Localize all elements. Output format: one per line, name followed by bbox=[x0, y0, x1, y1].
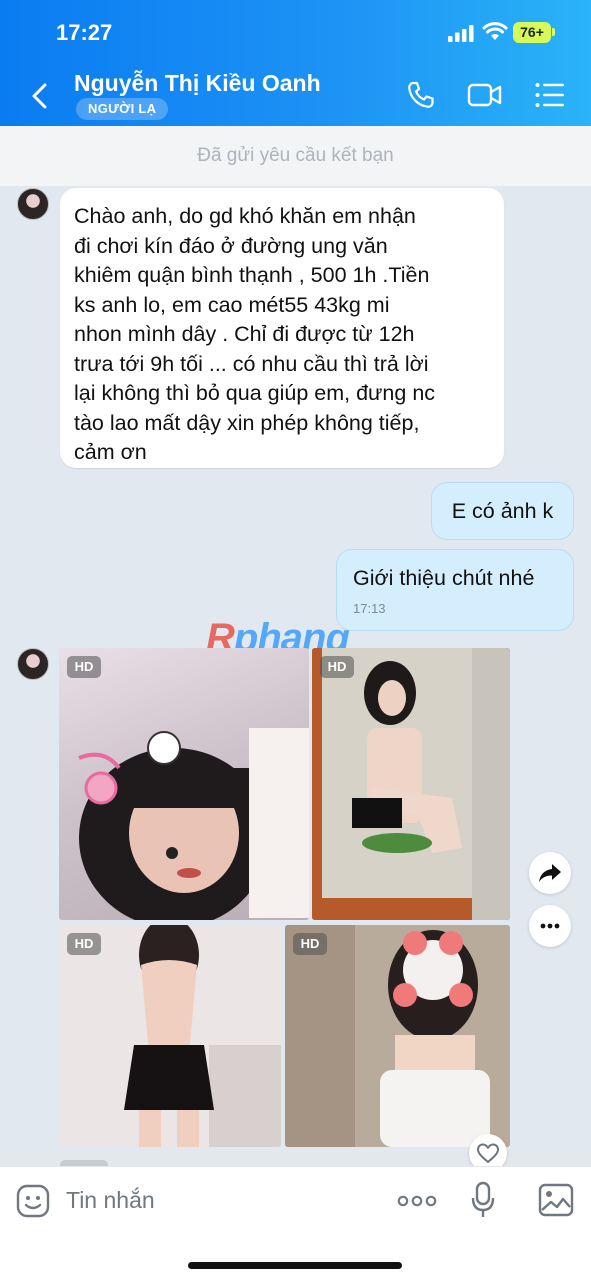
chat-header: 17:27 76+ Nguyễn Thị Kiều Oanh NGƯỜI LẠ bbox=[0, 0, 591, 126]
message-time: 17:13 bbox=[353, 601, 386, 616]
more-icon bbox=[540, 923, 560, 929]
status-time: 17:27 bbox=[56, 20, 113, 45]
photo-content bbox=[285, 925, 510, 1147]
stranger-badge: NGƯỜI LẠ bbox=[76, 98, 169, 120]
hd-badge: HD bbox=[67, 656, 101, 678]
message-line: Chào anh, do gd khó khăn em nhận bbox=[74, 204, 416, 228]
message-line: nhon mình dây . Chỉ đi được từ 12h bbox=[74, 322, 415, 346]
wifi-icon bbox=[482, 22, 508, 40]
message-line: đi chơi kín đáo ở đường ung văn bbox=[74, 233, 388, 258]
message-line: khiêm quận bình thạnh , 500 1h .Tiền bbox=[74, 263, 430, 287]
sticker-icon[interactable] bbox=[16, 1184, 50, 1218]
photo-content bbox=[59, 925, 281, 1147]
photo-thumbnail[interactable]: HD bbox=[312, 648, 510, 920]
contact-name[interactable]: Nguyễn Thị Kiều Oanh bbox=[74, 70, 321, 97]
photo-content bbox=[78, 728, 309, 920]
more-button[interactable] bbox=[529, 905, 571, 947]
photo-thumbnail[interactable]: HD bbox=[285, 925, 510, 1147]
outgoing-message-bubble[interactable]: E có ảnh k bbox=[431, 482, 574, 540]
incoming-message-bubble[interactable]: Chào anh, do gd khó khăn em nhận đi chơi… bbox=[60, 188, 504, 468]
menu-list-icon[interactable] bbox=[534, 80, 566, 110]
message-line: tào lao mất dậy xin phép không tiếp, bbox=[74, 410, 420, 435]
home-indicator[interactable] bbox=[188, 1262, 402, 1269]
outgoing-message-bubble[interactable]: Giới thiệu chút nhé 17:13 bbox=[336, 549, 574, 631]
image-icon[interactable] bbox=[538, 1183, 574, 1217]
battery-tip bbox=[552, 28, 555, 36]
photo-thumbnail[interactable]: HD bbox=[59, 925, 281, 1147]
photo-thumbnail[interactable]: HD bbox=[59, 648, 309, 920]
message-line: trưa tới 9h tối ... có nhu cầu thì trả l… bbox=[74, 351, 429, 376]
contact-avatar[interactable] bbox=[17, 188, 49, 220]
message-line: cảm ơn bbox=[74, 440, 147, 464]
phone-icon[interactable] bbox=[406, 80, 436, 110]
cellular-signal-icon bbox=[448, 25, 474, 42]
contact-avatar[interactable] bbox=[17, 648, 49, 680]
photo-content bbox=[312, 648, 510, 920]
video-call-icon[interactable] bbox=[467, 80, 503, 110]
hd-badge: HD bbox=[293, 933, 327, 955]
hd-badge: HD bbox=[320, 656, 354, 678]
message-line: ks anh lo, em cao mét55 43kg mi bbox=[74, 292, 390, 317]
ellipsis-icon[interactable] bbox=[397, 1191, 437, 1211]
outgoing-message-text: Giới thiệu chút nhé bbox=[353, 566, 535, 590]
message-line: lại không thì bỏ qua giúp em, đưng nc bbox=[74, 381, 436, 405]
hd-badge: HD bbox=[67, 933, 101, 955]
forward-icon bbox=[539, 864, 561, 882]
message-input[interactable]: Tin nhắn bbox=[66, 1187, 155, 1214]
forward-button[interactable] bbox=[529, 852, 571, 894]
battery-indicator: 76+ bbox=[513, 22, 551, 43]
friend-request-notice: Đã gửi yêu cầu kết bạn bbox=[0, 126, 591, 186]
back-chevron-icon[interactable] bbox=[28, 82, 52, 110]
microphone-icon[interactable] bbox=[470, 1181, 496, 1219]
